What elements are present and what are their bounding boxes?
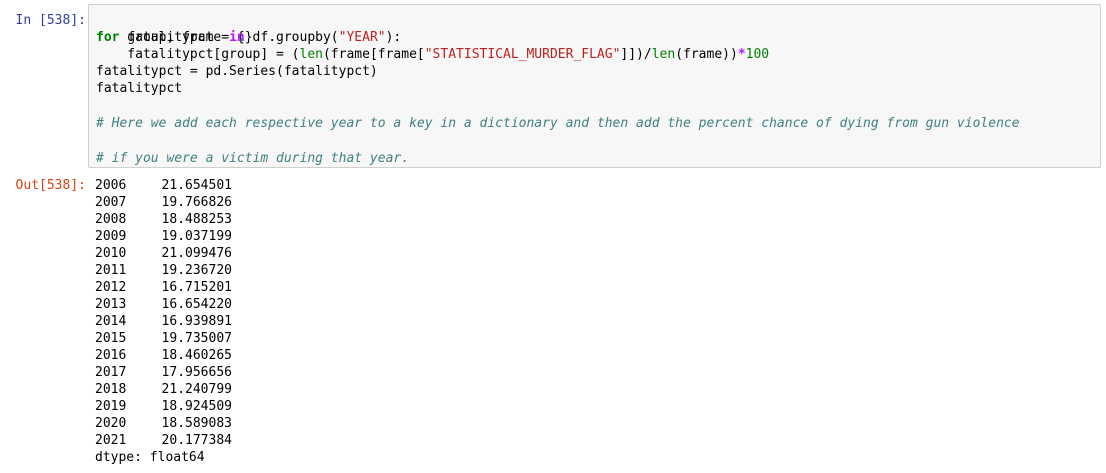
code-line-1: fatalitypct = {} — [96, 12, 1100, 45]
output-row: 2007 19.766826 — [95, 194, 1095, 211]
output-index: 2018 — [95, 382, 127, 397]
output-area: 2006 21.654501 2007 19.766826 2008 18.488253 2… — [95, 177, 1095, 466]
output-index: 2019 — [95, 399, 127, 414]
builtin-len: len — [651, 47, 676, 62]
output-index: 2017 — [95, 365, 127, 380]
output-value: 20.177384 — [161, 433, 232, 448]
output-row: 2012 16.715201 — [95, 279, 1095, 296]
output-row: 2016 18.460265 — [95, 347, 1095, 364]
string-literal: "YEAR" — [338, 30, 386, 45]
output-value: 21.099476 — [161, 246, 232, 261]
output-value: 21.654501 — [161, 178, 232, 193]
code-line-5: fatalitypct — [96, 80, 1100, 97]
output-index: 2006 — [95, 178, 127, 193]
code-text: fatalitypct[group] = ( — [96, 47, 300, 62]
code-text: ): — [385, 30, 402, 45]
code-text: ]])/ — [620, 47, 652, 62]
code-line-2: for group, frame in df.groupby("YEAR"): — [96, 29, 1100, 46]
output-value: 16.715201 — [161, 280, 232, 295]
output-value: 16.939891 — [161, 314, 232, 329]
output-value: 18.460265 — [161, 348, 232, 363]
code-text: fatalitypct — [96, 81, 183, 96]
output-dtype: dtype: float64 — [95, 450, 205, 465]
code-text: (frame[frame[ — [322, 47, 425, 62]
output-value: 18.924509 — [161, 399, 232, 414]
output-value: 16.654220 — [161, 297, 232, 312]
output-row: 2015 19.735007 — [95, 330, 1095, 347]
output-value: 18.488253 — [161, 212, 232, 227]
output-row: 2008 18.488253 — [95, 211, 1095, 228]
code-line-4: fatalitypct = pd.Series(fatalitypct) — [96, 63, 1100, 80]
code-line-3: fatalitypct[group] = (len(frame[frame["S… — [96, 46, 1100, 63]
code-input-area[interactable]: fatalitypct = {} for group, frame in df.… — [88, 4, 1101, 168]
output-prompt: Out[538]: — [15, 178, 86, 193]
output-value: 19.236720 — [161, 263, 232, 278]
output-value: 19.766826 — [161, 195, 232, 210]
output-row: 2021 20.177384 — [95, 432, 1095, 449]
code-comment-2: # if you were a victim during that year. — [96, 150, 1100, 167]
output-value: 19.037199 — [161, 229, 232, 244]
code-text: fatalitypct = pd.Series(fatalitypct) — [96, 64, 378, 79]
output-index: 2012 — [95, 280, 127, 295]
output-index: 2013 — [95, 297, 127, 312]
keyword-in: in — [229, 30, 245, 45]
output-index: 2016 — [95, 348, 127, 363]
comment-text: # Here we add each respective year to a … — [96, 116, 1020, 131]
output-index: 2007 — [95, 195, 127, 210]
output-row: 2018 21.240799 — [95, 381, 1095, 398]
output-value: 17.956656 — [161, 365, 232, 380]
output-index: 2010 — [95, 246, 127, 261]
code-text: group, frame — [119, 30, 230, 45]
code-text: df.groupby( — [244, 30, 339, 45]
output-row: 2011 19.236720 — [95, 262, 1095, 279]
input-prompt: In [538]: — [15, 13, 86, 28]
number-literal: 100 — [745, 47, 770, 62]
output-index: 2021 — [95, 433, 127, 448]
output-value: 18.589083 — [161, 416, 232, 431]
code-comment-1: # Here we add each respective year to a … — [96, 115, 1100, 132]
code-text: (frame)) — [675, 47, 738, 62]
output-row: 2013 16.654220 — [95, 296, 1095, 313]
keyword-for: for — [96, 30, 120, 45]
output-row: 2009 19.037199 — [95, 228, 1095, 245]
output-row: 2017 17.956656 — [95, 364, 1095, 381]
output-row: 2010 21.099476 — [95, 245, 1095, 262]
output-index: 2009 — [95, 229, 127, 244]
string-literal: "STATISTICAL_MURDER_FLAG" — [424, 47, 621, 62]
comment-text: # if you were a victim during that year. — [96, 151, 410, 166]
output-index: 2015 — [95, 331, 127, 346]
output-index: 2011 — [95, 263, 127, 278]
output-index: 2014 — [95, 314, 127, 329]
builtin-len: len — [299, 47, 323, 62]
output-index: 2020 — [95, 416, 127, 431]
output-value: 21.240799 — [161, 382, 232, 397]
output-row: 2014 16.939891 — [95, 313, 1095, 330]
output-index: 2008 — [95, 212, 127, 227]
output-row: 2006 21.654501 — [95, 177, 1095, 194]
output-row: 2020 18.589083 — [95, 415, 1095, 432]
output-value: 19.735007 — [161, 331, 232, 346]
output-row: 2019 18.924509 — [95, 398, 1095, 415]
operator: * — [737, 47, 746, 62]
